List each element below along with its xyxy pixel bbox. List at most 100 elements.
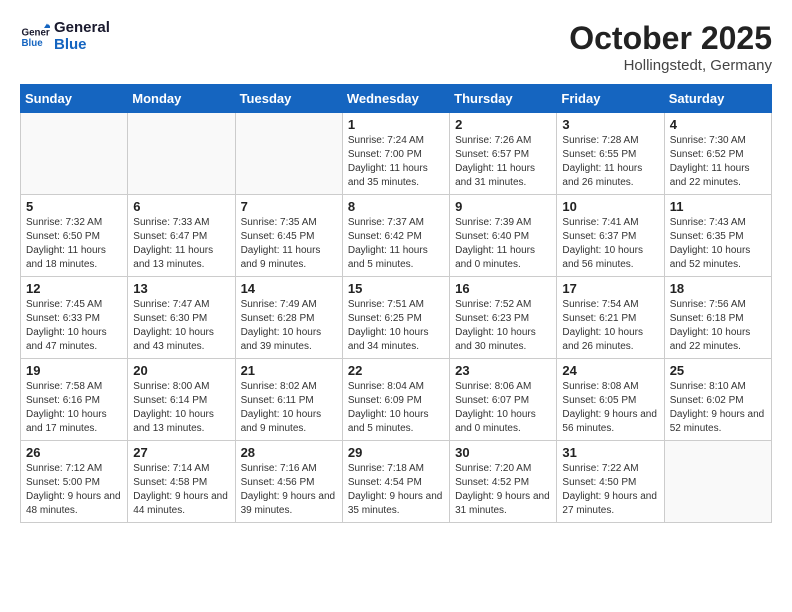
day-info: Sunrise: 7:37 AMSunset: 6:42 PMDaylight:…	[348, 216, 444, 272]
day-info-line: Daylight: 9 hours and 31 minutes.	[455, 490, 551, 518]
calendar-week-2: 5 Sunrise: 7:32 AMSunset: 6:50 PM Daylight…	[21, 195, 772, 277]
day-number: 4	[670, 117, 766, 132]
day-info-line: Daylight: 11 hours and 9 minutes.	[241, 244, 337, 272]
logo-icon: General Blue	[20, 22, 50, 52]
day-number: 14	[241, 281, 337, 296]
day-info-line: Daylight: 11 hours and 5 minutes.	[348, 244, 444, 272]
day-number: 21	[241, 363, 337, 378]
day-number: 27	[133, 445, 229, 460]
day-info: Sunrise: 7:45 AMSunset: 6:33 PMDaylight:…	[26, 298, 122, 354]
day-info: Sunrise: 7:24 AMSunset: 7:00 PMDaylight:…	[348, 134, 444, 190]
calendar-cell: 8 Sunrise: 7:37 AMSunset: 6:42 PMDaylight…	[342, 195, 449, 277]
day-number: 20	[133, 363, 229, 378]
day-info-line: Sunrise: 7:33 AM	[133, 216, 229, 230]
calendar-cell: 21Sunrise: 8:02 AMSunset: 6:11 PMDayligh…	[235, 359, 342, 441]
day-info-line: Sunset: 4:58 PM	[133, 476, 229, 490]
calendar-cell: 30Sunrise: 7:20 AMSunset: 4:52 PMDayligh…	[450, 441, 557, 523]
calendar-cell: 17 Sunrise: 7:54 AMSunset: 6:21 PMDayligh…	[557, 277, 664, 359]
day-info-line: Sunrise: 7:49 AM	[241, 298, 337, 312]
day-number: 26	[26, 445, 122, 460]
day-info-line: Sunrise: 7:18 AM	[348, 462, 444, 476]
calendar-cell: 12Sunrise: 7:45 AMSunset: 6:33 PMDayligh…	[21, 277, 128, 359]
day-info: Sunrise: 7:56 AMSunset: 6:18 PMDaylight:…	[670, 298, 766, 354]
calendar-cell: 2Sunrise: 7:26 AMSunset: 6:57 PMDaylight…	[450, 113, 557, 195]
day-info-line: Sunrise: 7:30 AM	[670, 134, 766, 148]
day-info-line: Daylight: 9 hours and 39 minutes.	[241, 490, 337, 518]
day-info-line: Daylight: 11 hours and 13 minutes.	[133, 244, 229, 272]
day-info-line: Sunrise: 7:43 AM	[670, 216, 766, 230]
calendar-cell: 31Sunrise: 7:22 AMSunset: 4:50 PMDayligh…	[557, 441, 664, 523]
day-info-line: Sunrise: 8:10 AM	[670, 380, 766, 394]
day-info-line: Sunrise: 8:08 AM	[562, 380, 658, 394]
day-info-line: Sunset: 4:56 PM	[241, 476, 337, 490]
logo-line2: Blue	[54, 37, 110, 54]
day-number: 1	[348, 117, 444, 132]
calendar-cell: 15 Sunrise: 7:51 AMSunset: 6:25 PMDayligh…	[342, 277, 449, 359]
calendar-cell: 18Sunrise: 7:56 AMSunset: 6:18 PMDayligh…	[664, 277, 771, 359]
day-number: 15	[348, 281, 444, 296]
day-number: 13	[133, 281, 229, 296]
calendar-cell: 24Sunrise: 8:08 AMSunset: 6:05 PMDayligh…	[557, 359, 664, 441]
weekday-header-saturday: Saturday	[664, 85, 771, 113]
calendar-cell: 27Sunrise: 7:14 AMSunset: 4:58 PMDayligh…	[128, 441, 235, 523]
calendar-cell: 14Sunrise: 7:49 AMSunset: 6:28 PMDayligh…	[235, 277, 342, 359]
day-number: 8	[348, 199, 444, 214]
day-info-line: Sunrise: 7:39 AM	[455, 216, 551, 230]
day-info: Sunrise: 7:20 AMSunset: 4:52 PMDaylight:…	[455, 462, 551, 518]
day-info-line: Daylight: 9 hours and 35 minutes.	[348, 490, 444, 518]
day-info-line: Daylight: 10 hours and 47 minutes.	[26, 326, 122, 354]
calendar-cell: 4 Sunrise: 7:30 AMSunset: 6:52 PMDaylight…	[664, 113, 771, 195]
calendar-cell: 13Sunrise: 7:47 AMSunset: 6:30 PMDayligh…	[128, 277, 235, 359]
calendar-cell: 23Sunrise: 8:06 AMSunset: 6:07 PMDayligh…	[450, 359, 557, 441]
day-number: 5	[26, 199, 122, 214]
day-info-line: Daylight: 11 hours and 22 minutes.	[670, 162, 766, 190]
weekday-header-friday: Friday	[557, 85, 664, 113]
month-title: October 2025	[569, 20, 772, 57]
day-info-line: Sunset: 4:50 PM	[562, 476, 658, 490]
day-number: 6	[133, 199, 229, 214]
day-info-line: Daylight: 9 hours and 52 minutes.	[670, 408, 766, 436]
calendar-week-5: 26Sunrise: 7:12 AMSunset: 5:00 PMDayligh…	[21, 441, 772, 523]
calendar-week-1: 1 Sunrise: 7:24 AMSunset: 7:00 PMDaylight…	[21, 113, 772, 195]
day-info: Sunrise: 7:28 AMSunset: 6:55 PMDaylight:…	[562, 134, 658, 190]
day-info-line: Daylight: 9 hours and 56 minutes.	[562, 408, 658, 436]
weekday-header-tuesday: Tuesday	[235, 85, 342, 113]
day-info-line: Daylight: 10 hours and 26 minutes.	[562, 326, 658, 354]
day-info: Sunrise: 7:51 AMSunset: 6:25 PMDaylight:…	[348, 298, 444, 354]
day-info: Sunrise: 7:30 AMSunset: 6:52 PMDaylight:…	[670, 134, 766, 190]
day-info-line: Sunset: 7:00 PM	[348, 148, 444, 162]
day-number: 23	[455, 363, 551, 378]
day-info-line: Sunset: 6:40 PM	[455, 230, 551, 244]
day-number: 17	[562, 281, 658, 296]
day-info-line: Sunrise: 7:28 AM	[562, 134, 658, 148]
day-info-line: Daylight: 10 hours and 17 minutes.	[26, 408, 122, 436]
day-info-line: Daylight: 11 hours and 0 minutes.	[455, 244, 551, 272]
day-info-line: Sunrise: 7:56 AM	[670, 298, 766, 312]
day-info-line: Daylight: 10 hours and 34 minutes.	[348, 326, 444, 354]
day-info-line: Daylight: 10 hours and 13 minutes.	[133, 408, 229, 436]
day-info-line: Sunrise: 7:22 AM	[562, 462, 658, 476]
calendar-cell: 7Sunrise: 7:35 AMSunset: 6:45 PMDaylight…	[235, 195, 342, 277]
day-info: Sunrise: 8:04 AMSunset: 6:09 PMDaylight:…	[348, 380, 444, 436]
day-info-line: Sunrise: 7:47 AM	[133, 298, 229, 312]
day-number: 9	[455, 199, 551, 214]
logo-wordmark: General Blue	[54, 20, 110, 53]
day-number: 2	[455, 117, 551, 132]
day-info-line: Sunrise: 7:52 AM	[455, 298, 551, 312]
logo: General Blue General Blue	[20, 20, 110, 53]
weekday-header-thursday: Thursday	[450, 85, 557, 113]
calendar-week-4: 19Sunrise: 7:58 AMSunset: 6:16 PMDayligh…	[21, 359, 772, 441]
calendar-cell: 26Sunrise: 7:12 AMSunset: 5:00 PMDayligh…	[21, 441, 128, 523]
day-info-line: Sunrise: 7:35 AM	[241, 216, 337, 230]
day-info-line: Sunset: 6:50 PM	[26, 230, 122, 244]
day-info-line: Sunset: 6:09 PM	[348, 394, 444, 408]
logo-line1: General	[54, 20, 110, 37]
day-info-line: Sunrise: 7:32 AM	[26, 216, 122, 230]
weekday-header-wednesday: Wednesday	[342, 85, 449, 113]
day-info-line: Sunrise: 7:14 AM	[133, 462, 229, 476]
day-info: Sunrise: 8:00 AMSunset: 6:14 PMDaylight:…	[133, 380, 229, 436]
day-info-line: Sunset: 6:23 PM	[455, 312, 551, 326]
day-info: Sunrise: 7:54 AMSunset: 6:21 PMDaylight:…	[562, 298, 658, 354]
day-number: 24	[562, 363, 658, 378]
day-info-line: Sunrise: 7:37 AM	[348, 216, 444, 230]
